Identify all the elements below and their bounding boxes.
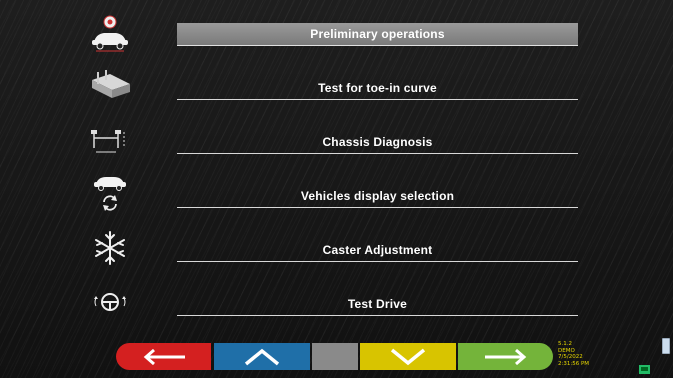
menu-bar-caster-adjustment[interactable]: Caster Adjustment: [177, 239, 578, 262]
car-refresh-icon: [84, 172, 136, 216]
time-label: 2:31:56 PM: [558, 360, 590, 367]
chassis-measure-icon: [84, 118, 136, 162]
next-button[interactable]: [458, 343, 553, 370]
menu-item-preliminary-operations[interactable]: Preliminary operations: [0, 6, 673, 60]
network-icon: [639, 365, 650, 374]
menu-item-toe-in-curve[interactable]: Test for toe-in curve: [0, 60, 673, 114]
arrow-left-icon: [143, 348, 185, 365]
menu-item-chassis-diagnosis[interactable]: Chassis Diagnosis: [0, 114, 673, 168]
chevron-up-icon: [244, 348, 280, 365]
car-wheel-icon: [84, 10, 136, 54]
bottom-nav-bar: [116, 343, 553, 370]
menu-label: Vehicles display selection: [300, 189, 455, 203]
menu-label: Preliminary operations: [310, 27, 445, 41]
menu-item-vehicles-display-selection[interactable]: Vehicles display selection: [0, 168, 673, 222]
back-button[interactable]: [116, 343, 211, 370]
down-button[interactable]: [360, 343, 456, 370]
menu-label: Chassis Diagnosis: [322, 135, 433, 149]
menu-bar-preliminary-operations[interactable]: Preliminary operations: [177, 23, 578, 46]
menu-bar-vehicles-display-selection[interactable]: Vehicles display selection: [177, 185, 578, 208]
menu-label: Test Drive: [347, 297, 408, 311]
lift-ramp-icon: [84, 64, 136, 108]
menu-bar-toe-in-curve[interactable]: Test for toe-in curve: [177, 77, 578, 100]
up-button[interactable]: [214, 343, 310, 370]
menu-item-test-drive[interactable]: Test Drive: [0, 276, 673, 330]
menu-bar-test-drive[interactable]: Test Drive: [177, 293, 578, 316]
arrow-right-icon: [484, 348, 526, 365]
steering-wheel-icon: [84, 280, 136, 324]
menu-item-caster-adjustment[interactable]: Caster Adjustment: [0, 222, 673, 276]
menu-label: Test for toe-in curve: [318, 81, 437, 95]
snowflake-icon: [84, 226, 136, 270]
blank-button[interactable]: [312, 343, 358, 370]
battery-icon: [662, 338, 670, 354]
version-info: 5.1.2 DEMO 7/5/2022 2:31:56 PM: [558, 341, 589, 367]
chevron-down-icon: [390, 348, 426, 365]
menu-bar-chassis-diagnosis[interactable]: Chassis Diagnosis: [177, 131, 578, 154]
menu-label: Caster Adjustment: [322, 243, 433, 257]
